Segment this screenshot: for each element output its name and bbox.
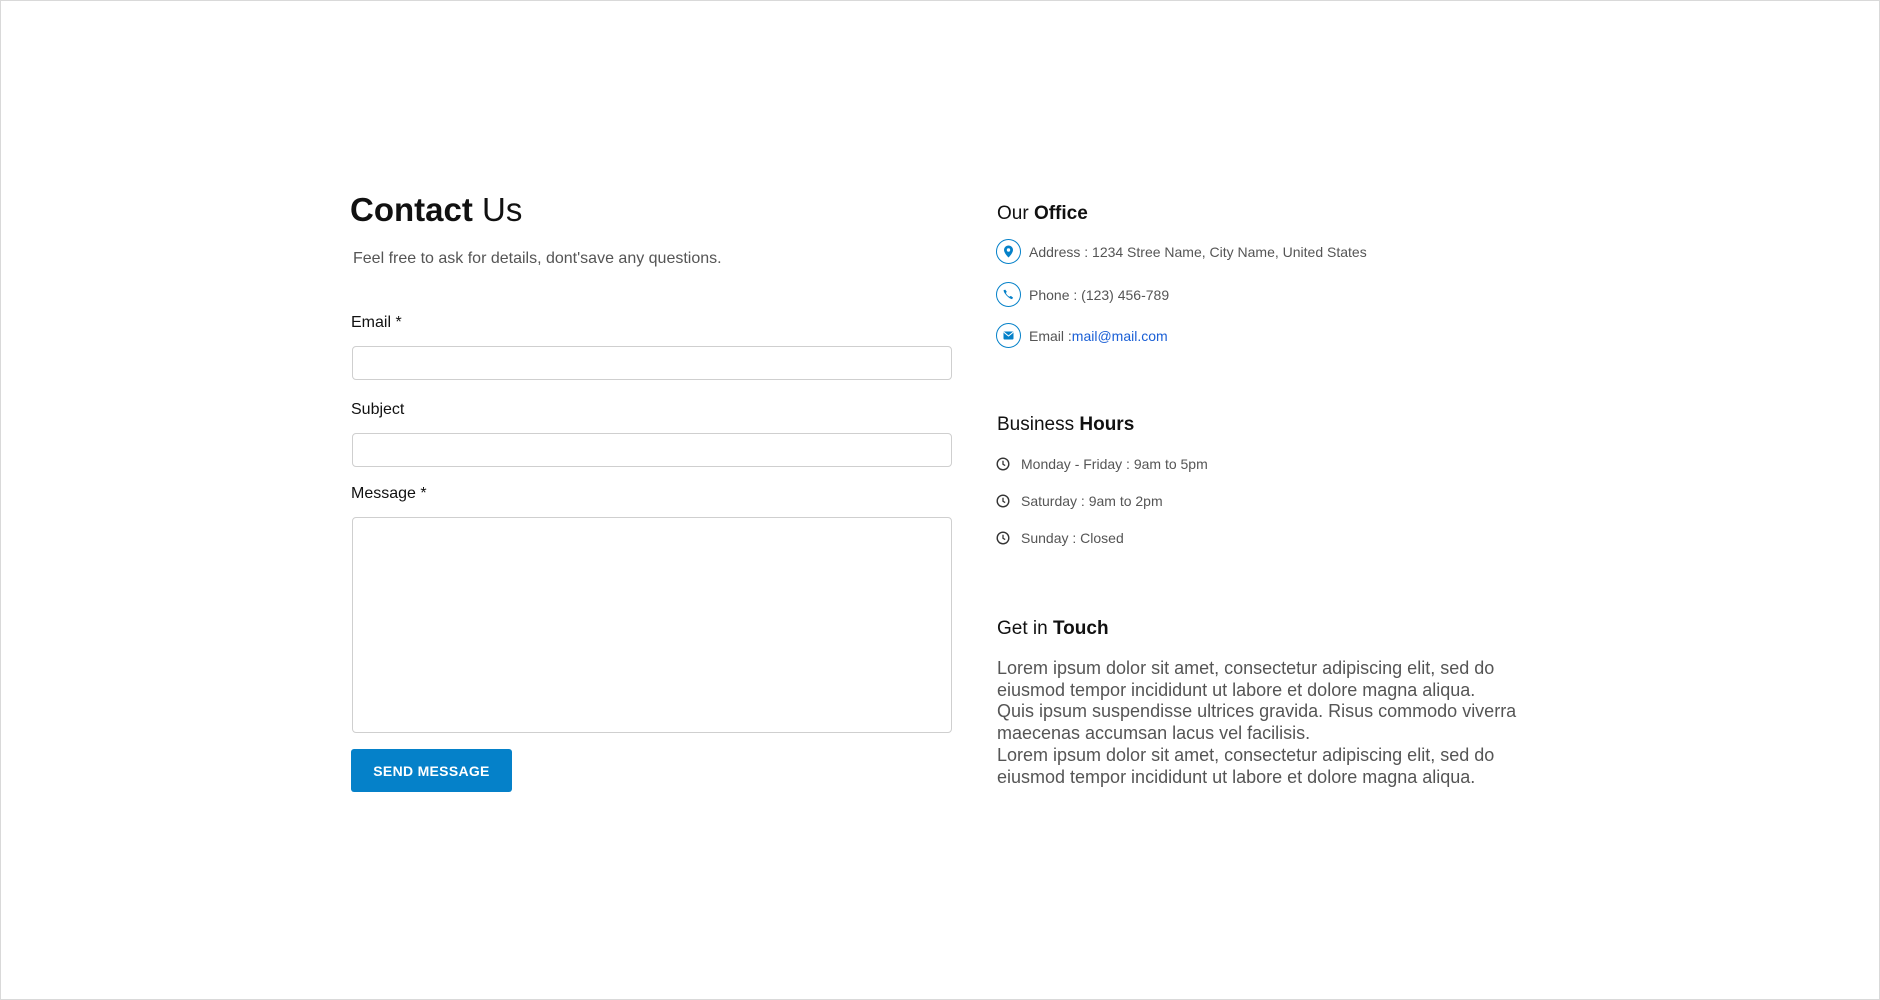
send-message-button[interactable]: SEND MESSAGE <box>351 749 512 792</box>
touch-title-bold: Touch <box>1052 618 1109 639</box>
office-address: Address : 1234 Stree Name, City Name, Un… <box>1029 243 1367 260</box>
title-bold: Contact <box>350 191 473 228</box>
touch-paragraph: Lorem ipsum dolor sit amet, consectetur … <box>997 744 1495 787</box>
touch-body: Lorem ipsum dolor sit amet, consectetur … <box>997 658 1537 788</box>
hours-item: Sunday : Closed <box>996 530 1124 546</box>
message-field[interactable] <box>352 517 952 733</box>
envelope-icon <box>996 323 1021 348</box>
email-field[interactable] <box>352 346 952 380</box>
office-title: Our Office <box>997 203 1088 225</box>
contact-subtitle: Feel free to ask for details, dont'save … <box>353 250 722 267</box>
clock-icon <box>996 494 1010 508</box>
touch-paragraph: Quis ipsum suspendisse ultrices gravida.… <box>997 701 1517 744</box>
office-phone: Phone : (123) 456-789 <box>1029 286 1170 303</box>
message-label: Message * <box>351 485 427 502</box>
touch-paragraph: Lorem ipsum dolor sit amet, consectetur … <box>997 658 1495 700</box>
hours-title-bold: Hours <box>1079 414 1135 435</box>
page-frame: Contact Us Feel free to ask for details,… <box>0 0 1880 1000</box>
office-email-prefix: Email : <box>1029 327 1072 344</box>
hours-item: Saturday : 9am to 2pm <box>996 493 1163 509</box>
office-title-light: Our <box>997 203 1034 224</box>
touch-title: Get in Touch <box>997 618 1109 640</box>
hours-item: Monday - Friday : 9am to 5pm <box>996 456 1208 472</box>
office-phone-row: Phone : (123) 456-789 <box>996 282 1169 307</box>
office-email-row: Email : mail@mail.com <box>996 323 1168 348</box>
hours-title: Business Hours <box>997 414 1134 436</box>
office-email-link[interactable]: mail@mail.com <box>1072 328 1168 344</box>
hours-item-text: Saturday : 9am to 2pm <box>1021 493 1163 509</box>
hours-title-light: Business <box>997 414 1080 435</box>
phone-icon <box>996 282 1021 307</box>
email-label: Email * <box>351 314 402 331</box>
title-rest: Us <box>472 191 523 228</box>
page-title: Contact Us <box>350 191 522 229</box>
hours-item-text: Monday - Friday : 9am to 5pm <box>1021 456 1208 472</box>
office-address-row: Address : 1234 Stree Name, City Name, Un… <box>996 239 1367 264</box>
clock-icon <box>996 531 1010 545</box>
office-title-bold: Office <box>1033 203 1088 224</box>
subject-field[interactable] <box>352 433 952 467</box>
hours-item-text: Sunday : Closed <box>1021 530 1124 546</box>
touch-title-light: Get in <box>997 618 1053 639</box>
clock-icon <box>996 457 1010 471</box>
subject-label: Subject <box>351 401 405 418</box>
map-marker-icon <box>996 239 1021 264</box>
